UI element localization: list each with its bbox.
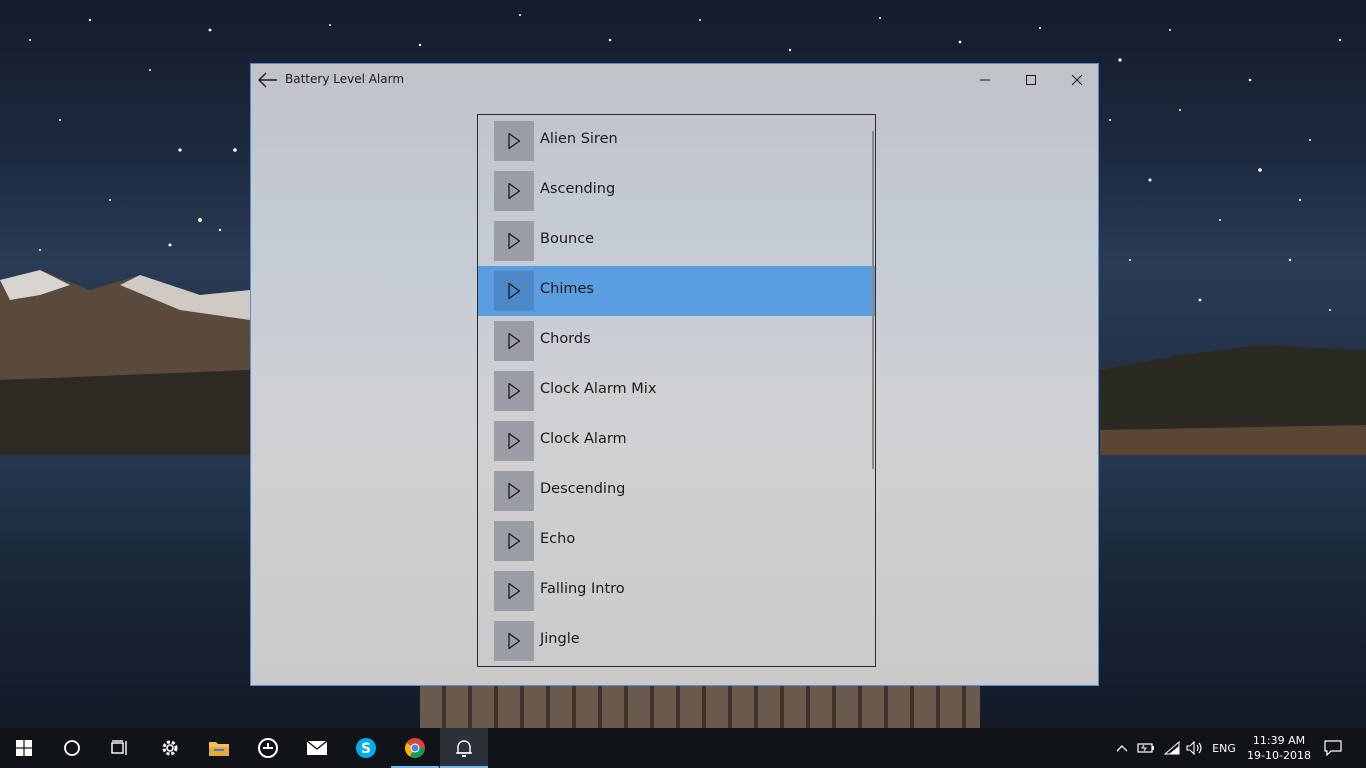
play-icon	[508, 482, 521, 500]
play-button[interactable]	[494, 471, 534, 511]
sound-name: Bounce	[540, 231, 595, 247]
back-arrow-icon	[258, 72, 277, 88]
play-icon	[508, 282, 521, 300]
mail-icon	[306, 740, 328, 755]
play-icon	[508, 382, 521, 400]
battery-icon	[1137, 743, 1154, 753]
skype-icon: S	[356, 738, 376, 758]
volume-tray-button[interactable]	[1184, 728, 1206, 768]
task-view-icon	[111, 740, 127, 755]
play-button[interactable]	[494, 271, 534, 311]
skype-button[interactable]: S	[342, 728, 390, 768]
sound-list[interactable]: Alien Siren Ascending Bounce Chimes Chords Cl…	[477, 114, 876, 667]
settings-button[interactable]	[146, 728, 194, 768]
start-button[interactable]	[0, 728, 48, 768]
mountain-left	[0, 270, 250, 460]
sound-list-item[interactable]: Clock Alarm Mix	[478, 366, 875, 416]
play-icon	[508, 432, 521, 450]
play-button[interactable]	[494, 421, 534, 461]
app-window: Battery Level Alarm Alien Siren Ascending…	[250, 63, 1099, 686]
play-icon	[508, 232, 521, 250]
minimize-button[interactable]	[962, 64, 1008, 96]
play-icon	[508, 632, 521, 650]
sound-name: Clock Alarm Mix	[540, 381, 657, 397]
sound-name: Echo	[540, 531, 576, 547]
cortana-button[interactable]	[48, 728, 96, 768]
play-button[interactable]	[494, 321, 534, 361]
sound-list-item[interactable]: Ascending	[478, 166, 875, 216]
edge-button[interactable]	[244, 728, 292, 768]
windows-start-icon	[16, 740, 32, 756]
sound-name: Descending	[540, 481, 626, 497]
file-explorer-icon	[209, 742, 229, 756]
sound-list-item[interactable]: Jingle	[478, 616, 875, 666]
edge-icon	[258, 738, 278, 758]
clock-time: 11:39 AM	[1252, 734, 1306, 747]
show-hidden-icons-button[interactable]	[1114, 728, 1130, 768]
mountain-right	[1100, 345, 1366, 470]
scrollbar[interactable]	[872, 131, 874, 469]
svg-text:S: S	[361, 741, 371, 757]
sound-list-item[interactable]: Descending	[478, 466, 875, 516]
chrome-button[interactable]	[391, 728, 439, 768]
sound-name: Chimes	[540, 281, 594, 297]
battery-alarm-icon	[456, 740, 472, 757]
back-button[interactable]	[255, 68, 281, 92]
battery-tray-button[interactable]	[1134, 728, 1158, 768]
window-title: Battery Level Alarm	[285, 72, 405, 86]
play-icon	[508, 332, 521, 350]
close-button[interactable]	[1054, 64, 1100, 96]
play-icon	[508, 132, 521, 150]
task-view-button[interactable]	[96, 728, 144, 768]
clock-date: 19-10-2018	[1247, 749, 1311, 762]
maximize-icon	[1026, 75, 1036, 85]
play-button[interactable]	[494, 121, 534, 161]
taskbar: S ENG 11:39 AM 19-10-2018	[0, 728, 1366, 768]
sound-list-item[interactable]: Chords	[478, 316, 875, 366]
play-button[interactable]	[494, 621, 534, 661]
sound-name: Alien Siren	[540, 131, 618, 147]
network-tray-button[interactable]	[1160, 728, 1184, 768]
sound-name: Clock Alarm	[540, 431, 627, 447]
battery-alarm-taskbar-button[interactable]	[440, 728, 488, 768]
sound-list-item[interactable]: Alien Siren	[478, 116, 875, 166]
title-bar[interactable]: Battery Level Alarm	[251, 64, 1098, 96]
play-button[interactable]	[494, 221, 534, 261]
play-button[interactable]	[494, 521, 534, 561]
maximize-button[interactable]	[1008, 64, 1054, 96]
sound-list-item[interactable]: Echo	[478, 516, 875, 566]
chrome-icon	[404, 738, 425, 758]
play-button[interactable]	[494, 171, 534, 211]
play-button[interactable]	[494, 371, 534, 411]
file-explorer-button[interactable]	[195, 728, 243, 768]
cortana-icon	[64, 740, 80, 756]
clock[interactable]: 11:39 AM 19-10-2018	[1244, 728, 1314, 768]
settings-icon	[162, 740, 178, 756]
speaker-icon	[1186, 741, 1202, 755]
play-icon	[508, 182, 521, 200]
notification-icon	[1324, 740, 1342, 756]
close-icon	[1071, 74, 1083, 86]
mail-button[interactable]	[293, 728, 341, 768]
sound-list-item[interactable]: Falling Intro	[478, 566, 875, 616]
sound-name: Ascending	[540, 181, 616, 197]
play-icon	[508, 532, 521, 550]
play-button[interactable]	[494, 571, 534, 611]
wooden-pier	[420, 686, 980, 728]
input-language-indicator[interactable]: ENG	[1206, 728, 1242, 768]
sound-name: Chords	[540, 331, 591, 347]
sound-list-item[interactable]: Bounce	[478, 216, 875, 266]
sound-name: Falling Intro	[540, 581, 625, 597]
minimize-icon	[980, 79, 990, 81]
sound-name: Jingle	[540, 631, 580, 647]
play-icon	[508, 582, 521, 600]
chevron-up-icon	[1116, 745, 1128, 752]
action-center-button[interactable]	[1318, 728, 1348, 768]
wifi-icon	[1164, 741, 1180, 755]
sound-list-item[interactable]: Clock Alarm	[478, 416, 875, 466]
sound-list-item[interactable]: Chimes	[478, 266, 875, 316]
